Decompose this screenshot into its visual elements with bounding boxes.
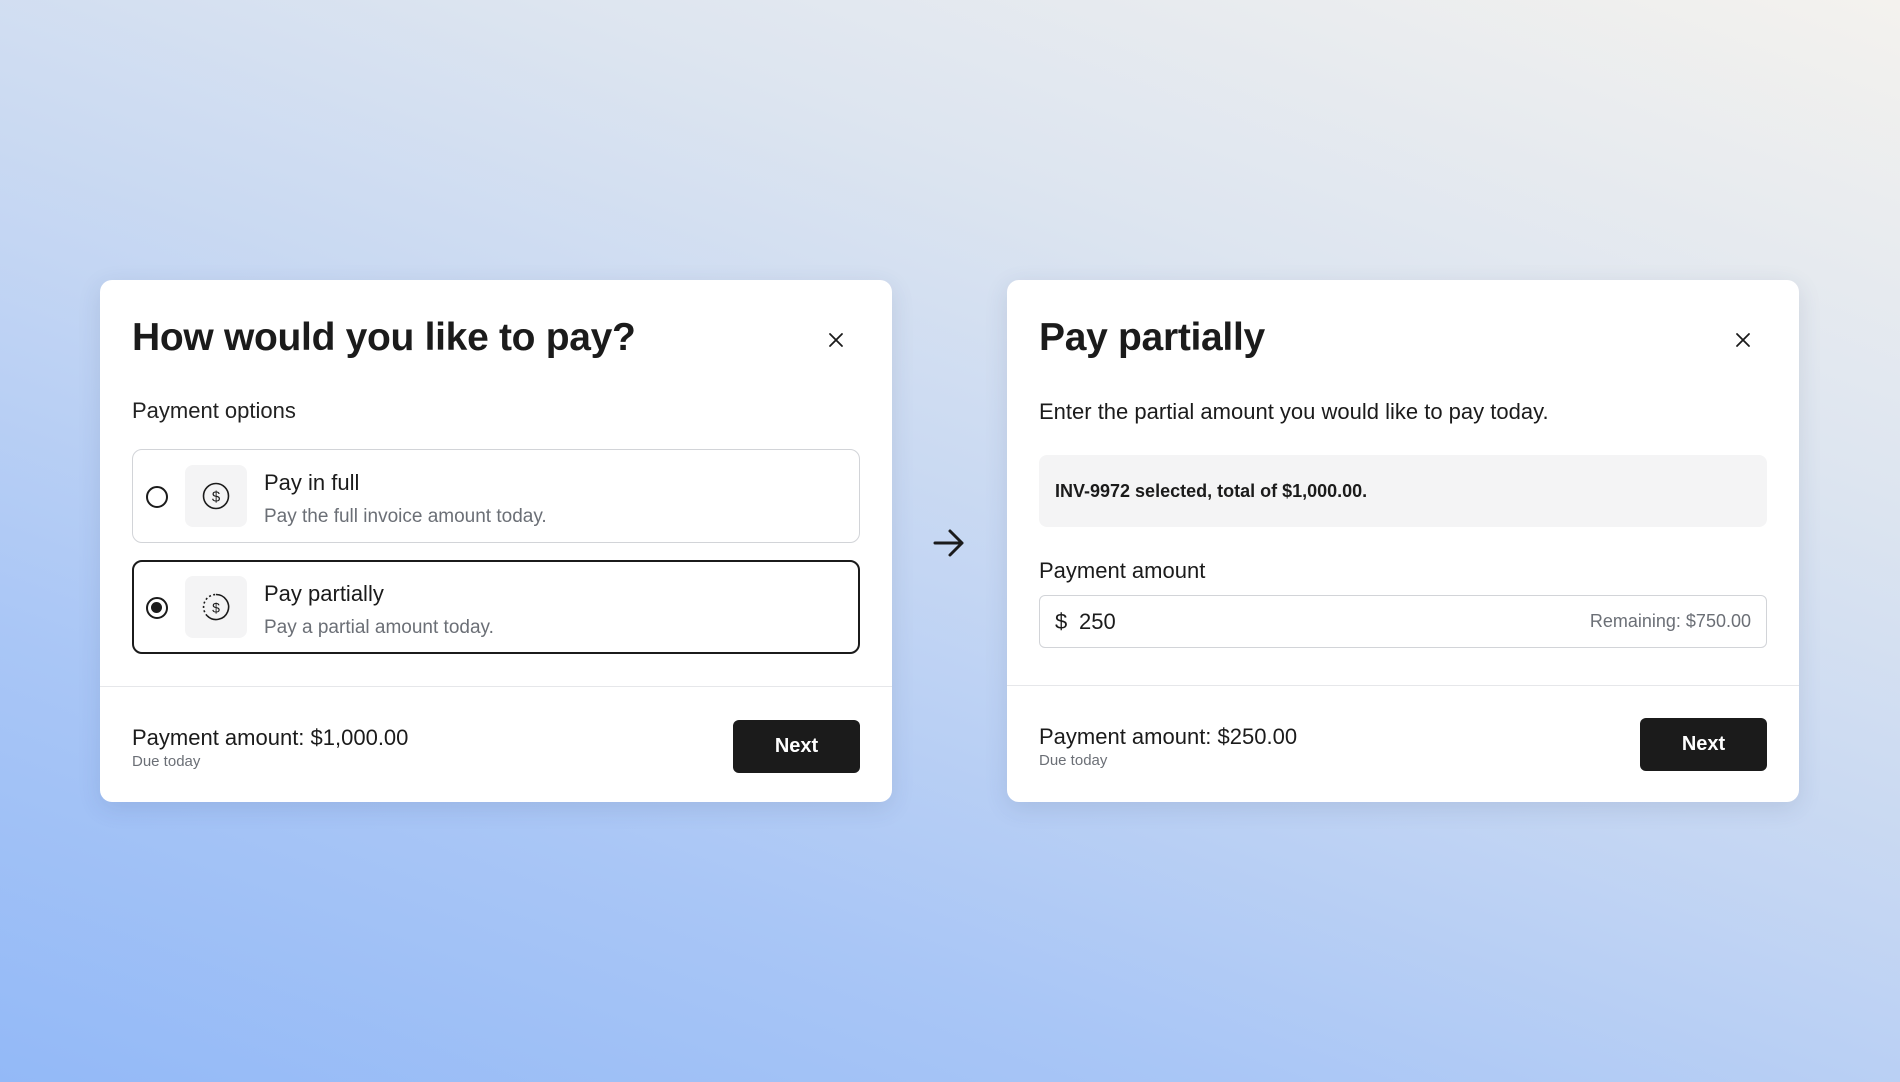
dollar-partial-circle-icon: $: [185, 576, 247, 638]
payment-amount-total: Payment amount: $250.00: [1039, 724, 1298, 749]
invoice-summary-text: INV-9972 selected, total of $1,000.00.: [1055, 481, 1368, 501]
payment-amount-total: Payment amount: $1,000.00: [132, 725, 409, 750]
payment-amount-label: Payment amount: [1039, 558, 1206, 583]
arrow-right-icon: [933, 529, 964, 557]
dialog-title: Pay partially: [1039, 316, 1265, 359]
payment-options-label: Payment options: [132, 398, 296, 423]
close-button[interactable]: [1731, 328, 1755, 352]
radio-selected-dot: [151, 602, 162, 613]
option-description: Pay a partial amount today.: [264, 617, 494, 638]
svg-text:$: $: [212, 489, 221, 506]
next-button[interactable]: Next: [733, 720, 860, 773]
option-pay-partially[interactable]: $ Pay partially Pay a partial amount tod…: [132, 560, 860, 654]
svg-text:$: $: [212, 600, 220, 616]
payment-amount-input[interactable]: [1079, 608, 1379, 636]
close-button[interactable]: [824, 328, 848, 352]
payment-amount-field[interactable]: $ Remaining: $750.00: [1039, 595, 1767, 648]
invoice-summary-box: INV-9972 selected, total of $1,000.00.: [1039, 455, 1767, 527]
close-icon: [829, 333, 843, 347]
option-title: Pay in full: [264, 470, 360, 495]
pay-partially-dialog: Pay partially Enter the partial amount y…: [1007, 280, 1799, 802]
dollar-circle-icon: $: [185, 465, 247, 527]
footer-divider: [1007, 685, 1799, 686]
due-today-label: Due today: [132, 753, 201, 770]
next-button[interactable]: Next: [1640, 718, 1767, 771]
dialog-subtitle: Enter the partial amount you would like …: [1039, 399, 1549, 424]
radio-pay-partially[interactable]: [146, 597, 168, 619]
radio-pay-in-full[interactable]: [146, 486, 168, 508]
payment-options-dialog: How would you like to pay? Payment optio…: [100, 280, 892, 802]
dialog-title: How would you like to pay?: [132, 316, 636, 359]
option-title: Pay partially: [264, 581, 384, 606]
close-icon: [1736, 333, 1750, 347]
option-pay-in-full[interactable]: $ Pay in full Pay the full invoice amoun…: [132, 449, 860, 543]
option-description: Pay the full invoice amount today.: [264, 506, 547, 527]
due-today-label: Due today: [1039, 752, 1108, 769]
remaining-amount: Remaining: $750.00: [1589, 611, 1751, 631]
currency-symbol: $: [1055, 609, 1068, 634]
footer-divider: [100, 686, 892, 687]
